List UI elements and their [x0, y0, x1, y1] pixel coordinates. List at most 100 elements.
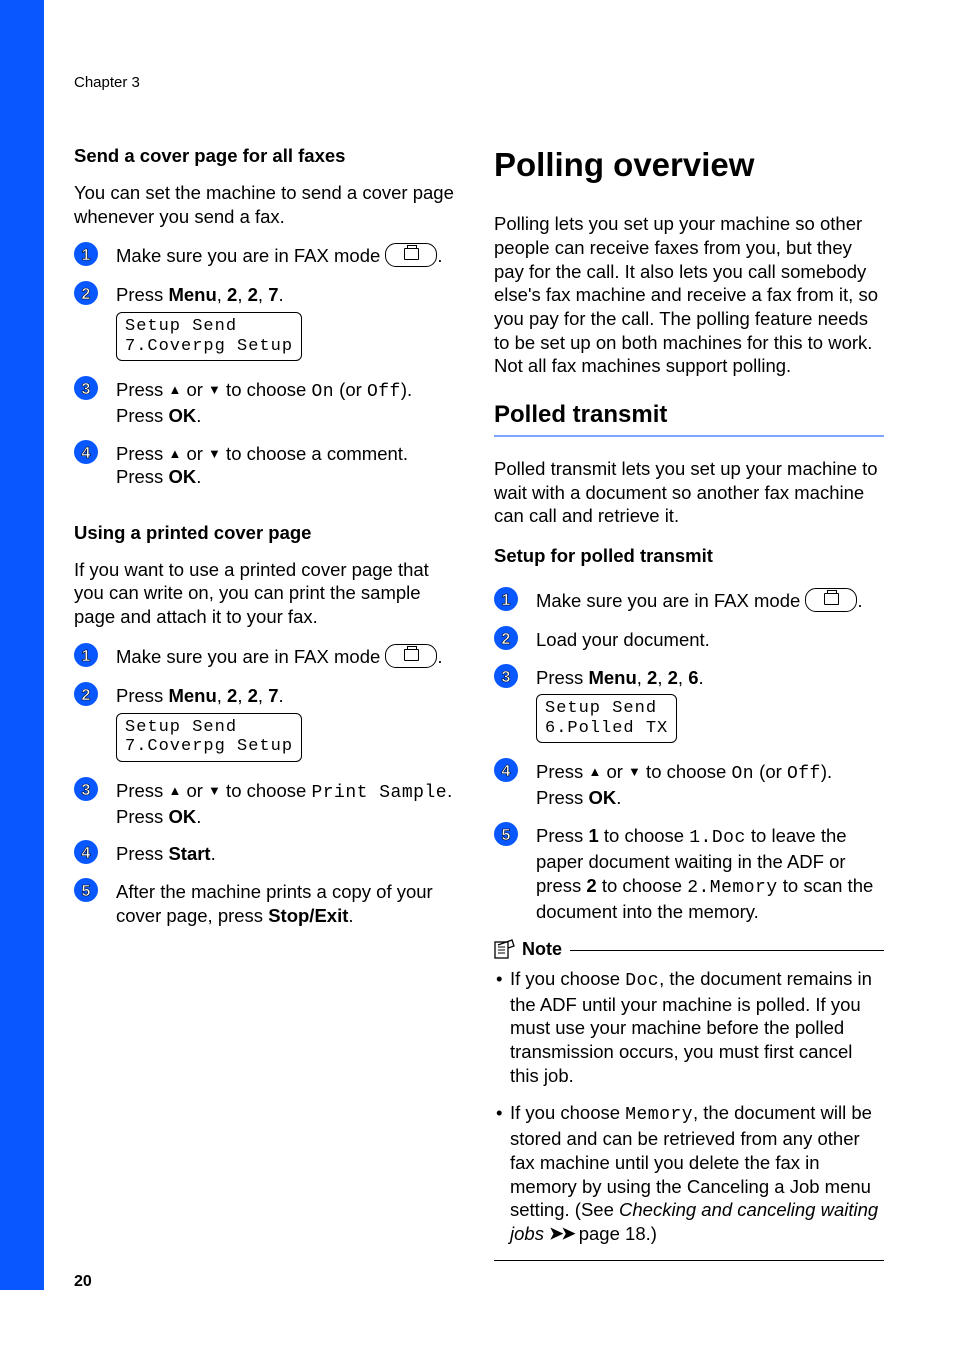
left-column: Send a cover page for all faxes You can … — [74, 144, 462, 1261]
step-badge-4: 4 — [74, 440, 98, 464]
side-tab — [0, 0, 44, 1290]
key-ok: OK — [168, 466, 196, 487]
svg-text:1: 1 — [82, 648, 91, 665]
key-menu: Menu — [588, 667, 636, 688]
svg-text:4: 4 — [502, 763, 511, 780]
page-content: Chapter 3 Send a cover page for all faxe… — [74, 73, 884, 1303]
svg-text:1: 1 — [82, 247, 91, 264]
t: , — [217, 284, 227, 305]
t: , — [657, 667, 667, 688]
step-badge-5: 5 — [74, 878, 98, 902]
fax-mode-icon — [385, 243, 437, 267]
t: or — [181, 379, 208, 400]
key-2: 2 — [227, 685, 237, 706]
fax-mode-icon — [805, 588, 857, 612]
t: Press — [116, 284, 168, 305]
heading-printed-cover: Using a printed cover page — [74, 521, 462, 545]
t: or — [181, 443, 208, 464]
step-a1-text: Make sure you are in FAX mode — [116, 245, 385, 266]
t: page 18.) — [574, 1223, 657, 1244]
svg-text:4: 4 — [82, 845, 91, 862]
note-rule — [570, 950, 884, 951]
t: Press — [536, 667, 588, 688]
t: If you choose — [510, 968, 625, 989]
down-arrow-icon: ▼ — [208, 382, 221, 399]
t: to choose — [597, 875, 688, 896]
xref-arrow-icon: ➤➤ — [549, 1223, 574, 1245]
key-2: 2 — [586, 875, 596, 896]
step-badge-5: 5 — [494, 822, 518, 846]
step-badge-1: 1 — [494, 587, 518, 611]
step-r4: 4 Press ▲ or ▼ to choose On (or Off). Pr… — [494, 760, 884, 810]
note-bullet-1: If you choose Doc, the document remains … — [494, 967, 884, 1088]
t: . — [698, 667, 703, 688]
t: (or — [334, 379, 367, 400]
chapter-header: Chapter 3 — [74, 73, 884, 92]
note-end-rule — [494, 1260, 884, 1261]
step-b2: 2 Press Menu, 2, 2, 7. Setup Send 7.Cove… — [74, 684, 462, 765]
note-bullets: If you choose Doc, the document remains … — [494, 967, 884, 1246]
t: . — [348, 905, 353, 926]
t: . — [278, 284, 283, 305]
svg-text:3: 3 — [82, 782, 91, 799]
mono-2memory: 2.Memory — [687, 878, 777, 898]
t: Press — [536, 787, 588, 808]
heading-polled-transmit: Polled transmit — [494, 400, 884, 431]
key-7: 7 — [268, 685, 278, 706]
lcd-display: Setup Send 7.Coverpg Setup — [116, 713, 302, 762]
step-a3: 3 Press ▲ or ▼ to choose On (or Off). Pr… — [74, 378, 462, 428]
heading-polling-overview: Polling overview — [494, 144, 884, 186]
note-label: Note — [522, 938, 562, 961]
key-2: 2 — [647, 667, 657, 688]
svg-text:3: 3 — [82, 381, 91, 398]
step-a1: 1 Make sure you are in FAX mode . — [74, 244, 462, 269]
svg-text:1: 1 — [502, 592, 511, 609]
down-arrow-icon: ▼ — [208, 783, 221, 800]
right-column: Polling overview Polling lets you set up… — [494, 144, 884, 1261]
key-menu: Menu — [168, 685, 216, 706]
key-start: Start — [168, 843, 210, 864]
step-b4: 4 Press Start. — [74, 842, 462, 866]
t: Press — [536, 825, 588, 846]
step-badge-3: 3 — [494, 664, 518, 688]
t: Press — [116, 466, 168, 487]
step-r3: 3 Press Menu, 2, 2, 6. Setup Send 6.Poll… — [494, 666, 884, 747]
step-b5: 5 After the machine prints a copy of you… — [74, 880, 462, 927]
t: Press — [536, 761, 588, 782]
lcd-display: Setup Send 7.Coverpg Setup — [116, 312, 302, 361]
t: . — [196, 466, 201, 487]
step-a2: 2 Press Menu, 2, 2, 7. Setup Send 7.Cove… — [74, 283, 462, 364]
key-2: 2 — [248, 284, 258, 305]
mono-memory: Memory — [625, 1105, 693, 1125]
mono-doc: Doc — [625, 971, 659, 991]
svg-text:3: 3 — [502, 669, 511, 686]
t: Load your document. — [536, 628, 884, 652]
t: to choose a comment. — [221, 443, 408, 464]
step-badge-4: 4 — [494, 758, 518, 782]
t: Press — [116, 443, 168, 464]
page-number: 20 — [74, 1272, 92, 1292]
up-arrow-icon: ▲ — [168, 446, 181, 463]
note-header: Note — [494, 938, 884, 961]
key-stop-exit: Stop/Exit — [268, 905, 348, 926]
key-2: 2 — [248, 685, 258, 706]
key-ok: OK — [168, 405, 196, 426]
t: or — [181, 780, 208, 801]
svg-text:5: 5 — [82, 883, 91, 900]
t: , — [637, 667, 647, 688]
note-icon — [494, 939, 516, 959]
t: . — [196, 405, 201, 426]
t: , — [237, 284, 247, 305]
t: Make sure you are in FAX mode — [116, 646, 385, 667]
t: Press — [116, 806, 168, 827]
step-r1: 1 Make sure you are in FAX mode . — [494, 589, 884, 614]
svg-text:4: 4 — [82, 445, 91, 462]
key-1: 1 — [588, 825, 598, 846]
up-arrow-icon: ▲ — [588, 764, 601, 781]
step-badge-2: 2 — [74, 281, 98, 305]
t: . — [437, 646, 442, 667]
step-badge-2: 2 — [494, 626, 518, 650]
key-ok: OK — [168, 806, 196, 827]
t: Press — [116, 780, 168, 801]
heading-underline — [494, 435, 884, 437]
